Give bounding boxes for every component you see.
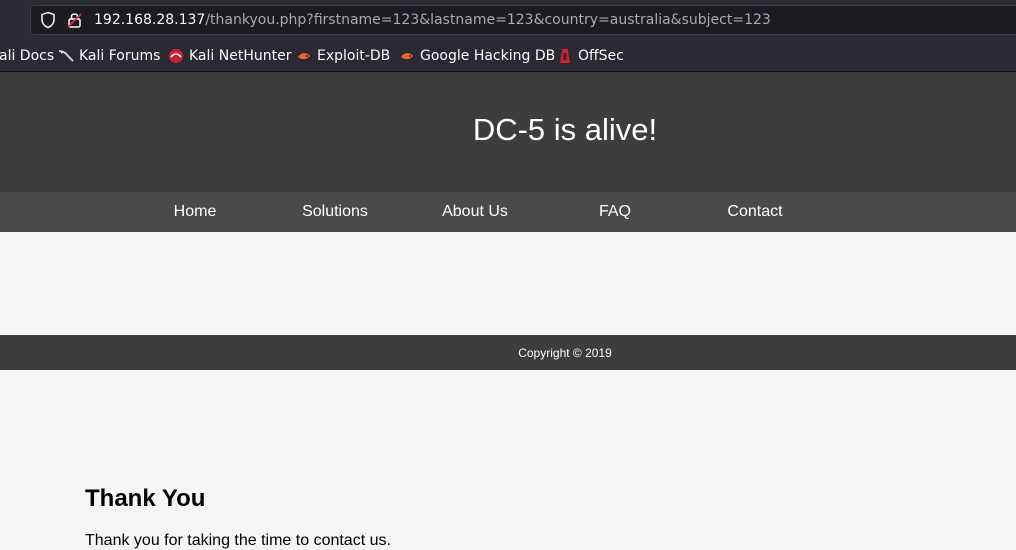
bookmark-label: OffSec [578,48,624,64]
nav-about-us[interactable]: About Us [405,192,545,232]
site-title: DC-5 is alive! [472,112,658,147]
page-heading: Thank You [85,485,206,512]
nav-contact[interactable]: Contact [685,192,825,232]
nav-home[interactable]: Home [125,192,265,232]
thank-you-message: Thank you for taking the time to contact… [85,532,391,549]
shield-icon[interactable] [39,11,57,29]
exploit-db-icon [298,53,310,60]
bookmark-label: Google Hacking DB [420,48,556,64]
main-content: Thank You Thank you for taking the time … [0,232,1016,549]
insecure-lock-icon[interactable] [67,11,83,29]
bookmark-label: Exploit-DB [317,48,391,64]
url-text[interactable]: 192.168.28.137/thankyou.php?firstname=12… [94,11,771,29]
bookmark-offsec[interactable]: OffSec [557,46,624,66]
nav-faq[interactable]: FAQ [545,192,685,232]
bookmark-kali-forums[interactable]: Kali Forums [58,46,160,66]
bookmark-kali-docs[interactable]: ali Docs [0,46,54,66]
browser-toolbar: 192.168.28.137/thankyou.php?firstname=12… [0,0,1016,40]
url-host: 192.168.28.137 [94,12,206,28]
bookmark-kali-nethunter[interactable]: Kali NetHunter [168,46,291,66]
copyright-text: Copyright © 2019 [518,346,612,360]
bookmark-label: Kali Forums [79,48,161,64]
bookmark-exploit-db[interactable]: Exploit-DB [296,46,390,66]
url-path: /thankyou.php?firstname=123&lastname=123… [205,12,771,28]
google-hacking-db-icon [401,53,413,60]
bookmark-label: Kali NetHunter [189,48,292,64]
offsec-icon [560,49,570,63]
kali-nethunter-icon [169,49,183,63]
nav-bar: Home Solutions About Us FAQ Contact [0,192,1016,232]
nav-solutions[interactable]: Solutions [265,192,405,232]
bookmarks-bar: ali Docs Kali Forums Kali NetHunter Expl… [0,40,1016,72]
bookmark-label: ali Docs [0,48,55,64]
bookmark-google-hacking-db[interactable]: Google Hacking DB [399,46,555,66]
url-bar[interactable]: 192.168.28.137/thankyou.php?firstname=12… [30,5,1016,35]
kali-forums-icon [58,50,74,62]
